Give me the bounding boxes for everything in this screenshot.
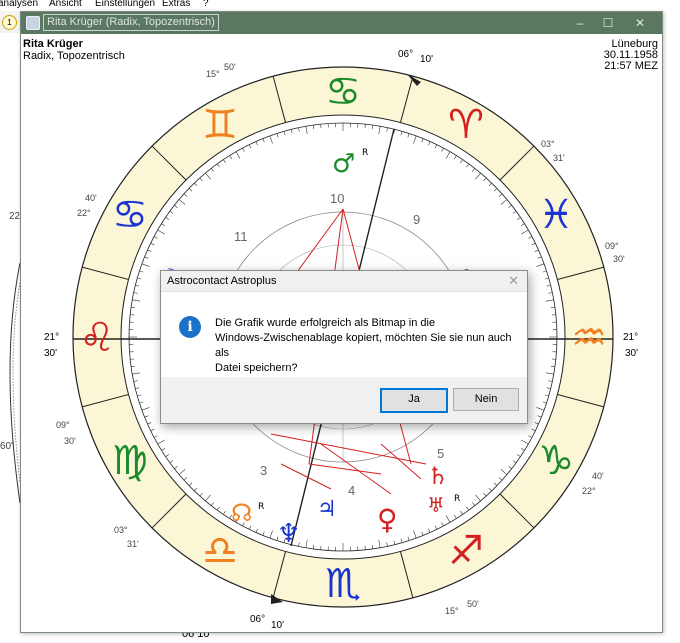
house-number-9: 9 bbox=[413, 212, 420, 227]
window-title: Rita Krüger (Radix, Topozentrisch) bbox=[43, 14, 219, 31]
menu-einstellungen[interactable]: Einstellungen bbox=[95, 0, 155, 9]
cusp-label-min: 31' bbox=[127, 539, 139, 549]
sign-capricorn-icon: ♑ bbox=[538, 438, 574, 484]
cusp-label-deg: 06° bbox=[250, 614, 265, 625]
uranus-retro-label: R bbox=[454, 494, 460, 504]
house-number-11: 11 bbox=[234, 229, 248, 244]
cusp-label-min: 50' bbox=[224, 62, 236, 72]
sign-sagittarius-icon: ♐ bbox=[448, 528, 484, 574]
house-number-10: 10 bbox=[330, 191, 344, 206]
cusp-label-min: 30' bbox=[44, 348, 57, 359]
menubar: analysen Ansicht Einstellungen Extras ? bbox=[0, 0, 680, 11]
menu-extras[interactable]: Extras bbox=[162, 0, 190, 9]
uranus-icon[interactable]: ♅ bbox=[427, 493, 445, 517]
info-icon: i bbox=[179, 316, 201, 338]
dialog-titlebar[interactable]: Astrocontact Astroplus ✕ bbox=[161, 271, 527, 292]
cusp-label-deg: 40' bbox=[85, 193, 97, 203]
cusp-label-min: 30' bbox=[625, 348, 638, 359]
cusp-label-deg: 21° bbox=[44, 332, 59, 343]
sign-cancer-icon: ♋ bbox=[325, 69, 361, 115]
cusp-label-min: 22° bbox=[77, 208, 91, 218]
cusp-label-min: 30' bbox=[64, 436, 76, 446]
cusp-label-deg: 15° bbox=[445, 606, 459, 616]
cusp-label-deg: 40' bbox=[592, 471, 604, 481]
dialog-message-line: Datei speichern? bbox=[215, 362, 298, 374]
house-number-5: 5 bbox=[437, 446, 444, 461]
dialog-message-line: Windows-Zwischenablage kopiert, möchten … bbox=[215, 332, 512, 359]
close-button[interactable]: ✕ bbox=[626, 14, 654, 32]
sign-aries-icon: ♈ bbox=[448, 102, 484, 148]
dialog-title: Astrocontact Astroplus bbox=[167, 275, 277, 287]
cusp-label-deg: 21° bbox=[623, 332, 638, 343]
background-chart: 22 60' bbox=[0, 33, 20, 643]
app-icon bbox=[26, 16, 40, 30]
mars-icon[interactable]: ♂ bbox=[332, 149, 355, 179]
maximize-button[interactable]: ☐ bbox=[594, 14, 622, 32]
background-label-1: 22 bbox=[9, 211, 20, 222]
cusp-label-deg: 09° bbox=[605, 241, 619, 251]
cusp-label-min: 10' bbox=[420, 54, 433, 65]
sign-gemini-icon: ♊ bbox=[202, 102, 238, 148]
neptune-icon[interactable]: ♆ bbox=[277, 519, 300, 549]
dialog-message-line: Die Grafik wurde erfolgreich als Bitmap … bbox=[215, 317, 436, 329]
menu-analysen[interactable]: analysen bbox=[0, 0, 38, 9]
sign-virgo-icon: ♍ bbox=[112, 438, 148, 484]
sign-cancer-2-icon: ♋ bbox=[112, 192, 148, 238]
cusp-label-min: 10' bbox=[271, 620, 284, 631]
cusp-label-deg: 03° bbox=[114, 525, 128, 535]
dialog-close-icon[interactable]: ✕ bbox=[508, 271, 519, 291]
sign-libra-icon: ♎ bbox=[202, 528, 238, 574]
mars-retro-label: R bbox=[362, 148, 368, 158]
sign-leo-icon: ♌ bbox=[79, 315, 115, 361]
save-dialog: Astrocontact Astroplus ✕ i Die Grafik wu… bbox=[160, 270, 528, 424]
window-titlebar[interactable]: Rita Krüger (Radix, Topozentrisch) – ☐ ✕ bbox=[21, 12, 662, 34]
menu-help[interactable]: ? bbox=[203, 0, 209, 9]
cusp-label-min: 50' bbox=[467, 599, 479, 609]
house-number-4: 4 bbox=[348, 483, 355, 498]
dialog-message: Die Grafik wurde erfolgreich als Bitmap … bbox=[215, 316, 515, 376]
sign-pisces-icon: ♓ bbox=[538, 192, 574, 238]
no-button[interactable]: Nein bbox=[453, 388, 519, 411]
cusp-label-deg: 06° bbox=[398, 49, 413, 60]
node-retro-label: R bbox=[258, 502, 264, 512]
sign-scorpio-icon: ♏ bbox=[325, 561, 361, 607]
node-icon[interactable]: ☊ bbox=[231, 499, 252, 527]
cusp-label-deg: 09° bbox=[56, 420, 70, 430]
jupiter-icon[interactable]: ♃ bbox=[317, 497, 337, 522]
yes-button[interactable]: Ja bbox=[380, 388, 448, 413]
sign-aquarius-icon: ♒ bbox=[571, 315, 607, 361]
background-chart-arc bbox=[9, 262, 20, 504]
minimize-button[interactable]: – bbox=[566, 14, 594, 32]
cusp-label-min: 22° bbox=[582, 486, 596, 496]
cusp-label-deg: 15° bbox=[206, 69, 220, 79]
toolbar-button[interactable]: 1 bbox=[2, 15, 17, 30]
venus-icon[interactable]: ♀ bbox=[377, 503, 398, 536]
saturn-icon[interactable]: ♄ bbox=[427, 462, 449, 490]
cusp-label-deg: 03° bbox=[541, 139, 555, 149]
cusp-label-min: 31' bbox=[553, 153, 565, 163]
house-number-3: 3 bbox=[260, 463, 267, 478]
background-label-2: 60' bbox=[0, 441, 14, 452]
cusp-label-min: 30' bbox=[613, 254, 625, 264]
menu-ansicht[interactable]: Ansicht bbox=[49, 0, 82, 9]
